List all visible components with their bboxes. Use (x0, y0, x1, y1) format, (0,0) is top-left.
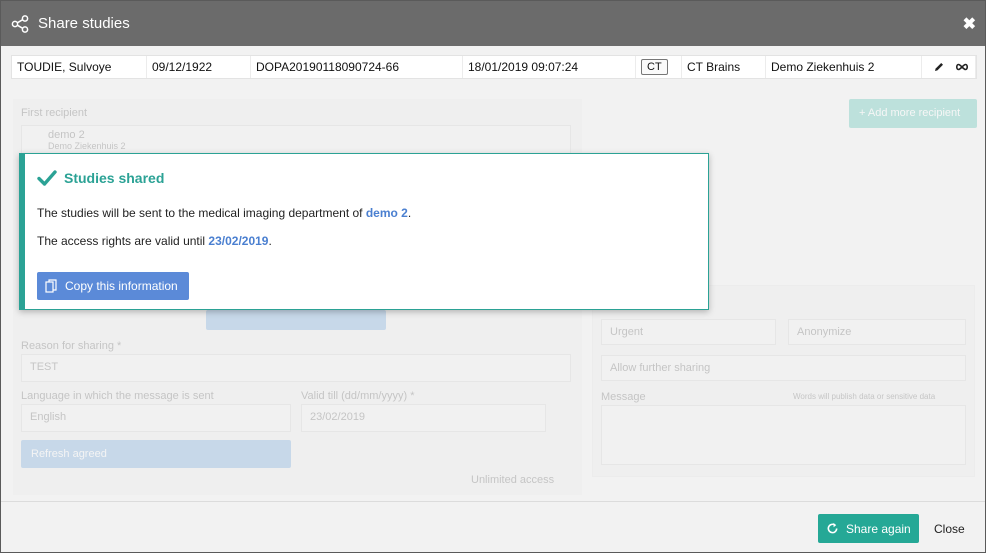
copy-button-label: Copy this information (65, 279, 178, 293)
line1-suffix: . (407, 206, 412, 220)
line1-prefix: The studies will be sent to the medical … (37, 206, 366, 220)
copy-icon (45, 279, 57, 293)
language-select[interactable]: English (21, 404, 291, 432)
refresh-agreed-button[interactable]: Refresh agreed (21, 440, 291, 468)
popup-heading: Studies shared (37, 168, 164, 188)
refresh-icon (827, 522, 838, 534)
checkmark-icon (37, 170, 57, 186)
unlimited-access-label: Unlimited access (471, 474, 555, 486)
ghost-toggle[interactable] (206, 310, 386, 330)
popup-line-validity: The access rights are valid until 23/02/… (37, 234, 272, 248)
reason-field[interactable]: TEST (21, 354, 571, 382)
line2-prefix: The access rights are valid until (37, 234, 209, 248)
add-recipient-button[interactable]: + Add more recipient (849, 99, 977, 128)
popup-heading-text: Studies shared (64, 170, 165, 186)
anonymize-option[interactable]: Anonymize (788, 319, 966, 345)
recipient-highlight: demo 2 (365, 206, 408, 220)
further-sharing-option[interactable]: Allow further sharing (601, 355, 966, 381)
validity-highlight: 23/02/2019 (208, 234, 269, 248)
message-hint: Words will publish data or sensitive dat… (793, 392, 936, 401)
language-label: Language in which the message is sent (21, 390, 214, 402)
valid-till-label: Valid till (dd/mm/yyyy) * (301, 390, 415, 402)
reason-label: Reason for sharing * (21, 340, 122, 352)
recipient-name: demo 2 (48, 129, 85, 141)
share-studies-dialog: Share studies ✖ TOUDIE, Sulvoye 09/12/19… (0, 0, 986, 553)
line2-suffix: . (268, 234, 272, 248)
first-recipient-label: First recipient (21, 107, 88, 119)
recipient-sub: Demo Ziekenhuis 2 (48, 141, 126, 151)
close-button[interactable]: Close (926, 514, 973, 543)
popup-line-recipient: The studies will be sent to the medical … (37, 206, 411, 220)
share-again-button[interactable]: Share again (818, 514, 919, 543)
copy-information-button[interactable]: Copy this information (37, 272, 189, 300)
recipient-box[interactable]: demo 2 Demo Ziekenhuis 2 (21, 125, 571, 155)
valid-till-field[interactable]: 23/02/2019 (301, 404, 546, 432)
studies-shared-popup: Studies shared The studies will be sent … (19, 153, 709, 310)
message-textarea[interactable] (601, 405, 966, 465)
message-label: Message (601, 391, 646, 403)
share-again-label: Share again (846, 521, 911, 536)
urgent-option[interactable]: Urgent (601, 319, 776, 345)
footer-divider (1, 501, 985, 502)
